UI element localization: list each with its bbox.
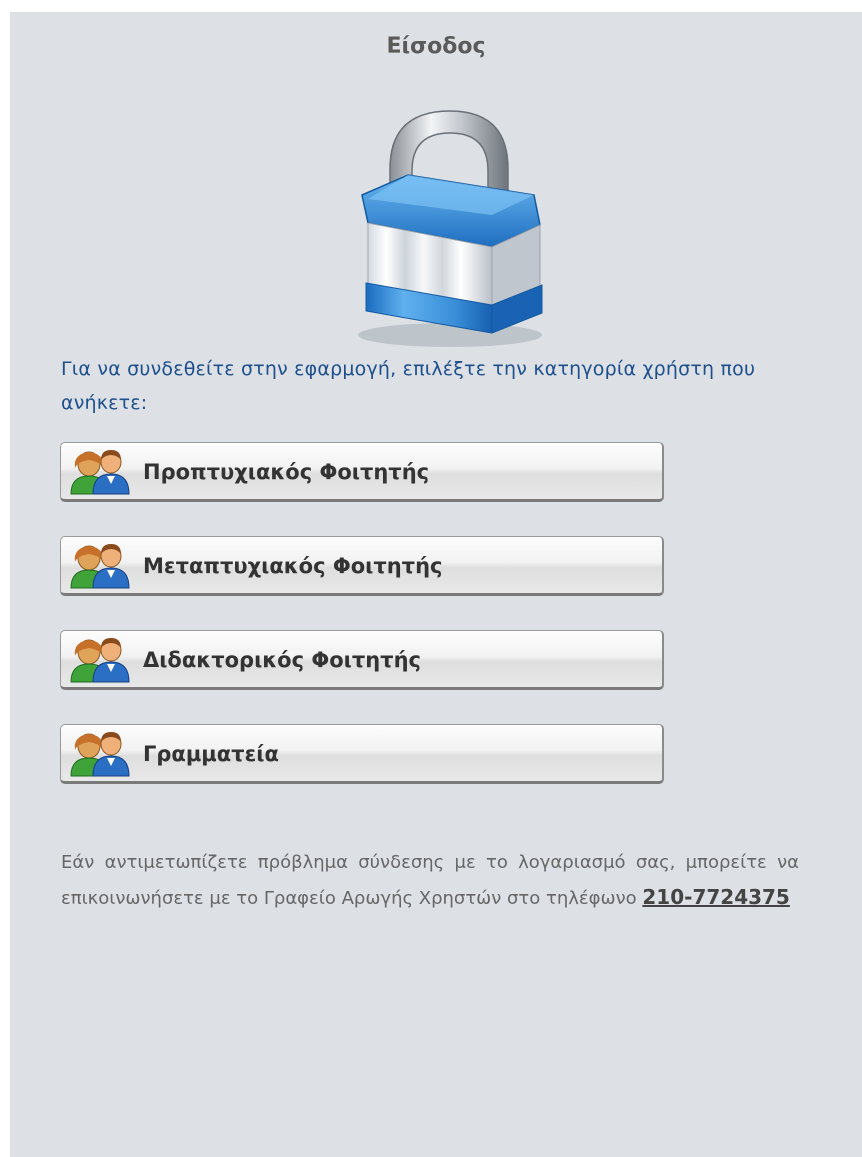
page-title: Είσοδος (386, 34, 486, 59)
users-icon (70, 638, 130, 683)
users-icon (70, 544, 130, 589)
postgraduate-student-button[interactable]: Μεταπτυχιακός Φοιτητής (60, 536, 664, 596)
undergraduate-student-button[interactable]: Προπτυχιακός Φοιτητής (60, 442, 664, 502)
phone-link[interactable]: 210-7724375 (642, 885, 789, 909)
intro-text: Για να συνδεθείτε στην εφαρμογή, επιλέξτ… (61, 358, 756, 414)
login-panel: Είσοδος Για να συνδεθείτε στην εφαρμογή,… (10, 12, 862, 1157)
users-icon (70, 450, 130, 495)
users-icon (70, 732, 130, 777)
button-label: Διδακτορικός Φοιτητής (143, 648, 421, 672)
button-label: Προπτυχιακός Φοιτητής (143, 460, 430, 484)
button-label: Μεταπτυχιακός Φοιτητής (143, 554, 443, 578)
secretariat-button[interactable]: Γραμματεία (60, 724, 664, 784)
help-text: Εάν αντιμετωπίζετε πρόβλημα σύνδεσης με … (61, 846, 799, 916)
doctoral-student-button[interactable]: Διδακτορικός Φοιτητής (60, 630, 664, 690)
button-label: Γραμματεία (143, 742, 279, 766)
padlock-icon (358, 110, 543, 347)
